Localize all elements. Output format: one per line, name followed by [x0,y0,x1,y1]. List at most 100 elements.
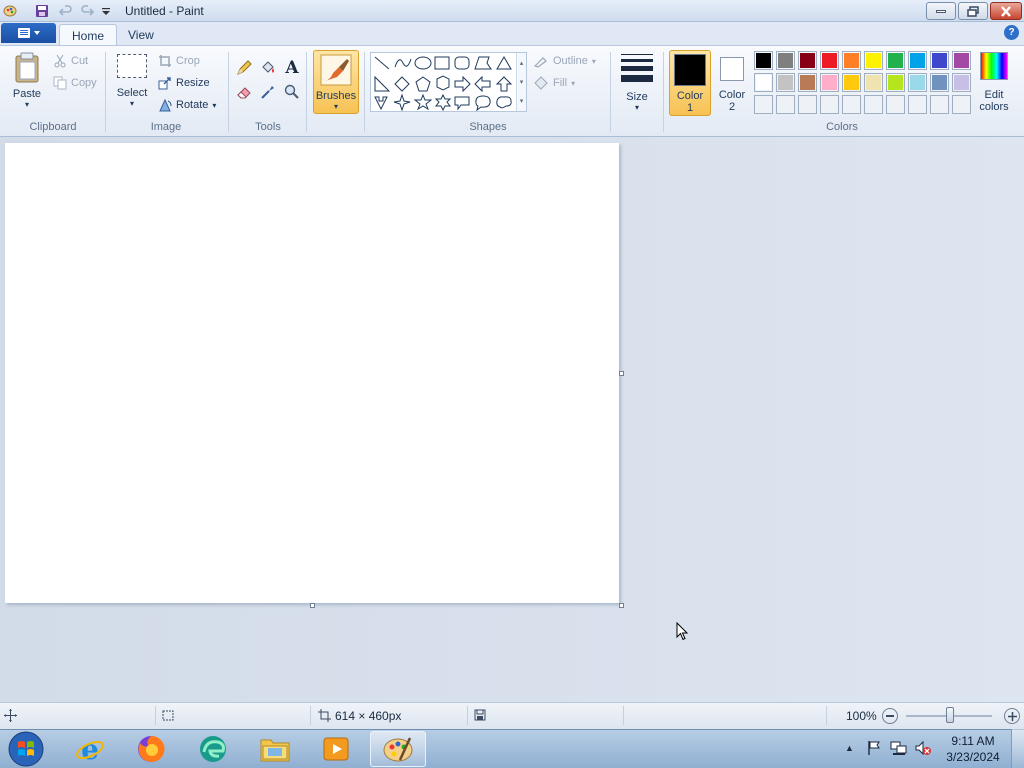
volume-muted-icon[interactable] [914,740,932,759]
taskbar-clock[interactable]: 9:11 AM 3/23/2024 [940,733,1006,765]
palette-swatch[interactable] [886,73,905,92]
save-icon[interactable] [34,3,50,19]
palette-swatch[interactable] [776,51,795,70]
palette-swatch[interactable] [820,51,839,70]
edit-colors-label-line2: colors [979,101,1009,113]
color2-label-line1: Color [718,89,746,101]
palette-swatch[interactable] [908,73,927,92]
firefox-icon[interactable] [123,731,179,767]
magnifier-icon[interactable] [281,82,303,102]
custom-color-slot[interactable] [842,95,861,114]
color-picker-icon[interactable] [257,82,279,102]
rotate-label: Rotate [176,99,209,111]
size-button[interactable]: Size ▾ [617,52,657,114]
cursor-position-icon [4,709,17,725]
tab-home[interactable]: Home [59,24,118,46]
clipboard-group-label: Clipboard [29,121,77,133]
zoom-slider-thumb[interactable] [946,707,954,723]
fill-bucket-icon[interactable] [257,58,279,78]
fill-button[interactable]: Fill ▾ [533,76,575,90]
edge-icon[interactable] [185,731,241,767]
color1-label-line1: Color [676,90,704,102]
help-icon[interactable]: ? [1004,25,1019,40]
palette-swatch[interactable] [798,73,817,92]
custom-color-slot[interactable] [754,95,773,114]
zoom-out-button[interactable] [882,708,898,724]
palette-swatch[interactable] [886,51,905,70]
resize-label: Resize [176,77,210,89]
brushes-button[interactable]: Brushes ▾ [313,50,359,114]
redo-icon[interactable] [79,3,95,19]
edit-colors-button[interactable]: Edit colors [976,52,1012,116]
copy-button[interactable]: Copy [53,76,97,90]
palette-swatch[interactable] [776,73,795,92]
color2-label-line2: 2 [728,101,736,113]
crop-label: Crop [176,55,200,67]
zoom-in-button[interactable] [1004,708,1020,724]
tools-group-label: Tools [255,121,281,133]
shapes-scroll[interactable]: ▴ ▾ ▾ [516,53,526,111]
custom-color-slot[interactable] [886,95,905,114]
custom-color-slot[interactable] [930,95,949,114]
palette-swatch[interactable] [930,51,949,70]
palette-swatch[interactable] [754,51,773,70]
pencil-icon[interactable] [233,58,255,78]
resize-handle-right[interactable] [619,371,624,376]
scissors-icon [54,54,66,68]
resize-handle-bottom[interactable] [310,603,315,608]
eraser-icon[interactable] [233,82,255,102]
color1-button[interactable]: Color 1 [669,50,711,116]
show-hidden-icons-button[interactable]: ▲ [845,743,854,753]
customize-qat-icon[interactable] [98,3,114,19]
resize-button[interactable]: Resize [158,76,210,90]
custom-color-slot[interactable] [952,95,971,114]
file-menu-button[interactable] [1,23,56,43]
tab-view[interactable]: View [116,24,166,46]
palette-swatch[interactable] [952,51,971,70]
cut-button[interactable]: Cut [53,54,88,68]
color2-button[interactable]: Color 2 [714,52,750,116]
media-player-icon[interactable] [308,731,364,767]
file-explorer-icon[interactable] [247,731,303,767]
palette-swatch[interactable] [930,73,949,92]
custom-color-slot[interactable] [776,95,795,114]
select-label: Select [116,87,148,99]
paint-icon[interactable] [370,731,426,767]
internet-explorer-icon[interactable]: e [62,731,118,767]
restore-button[interactable] [958,2,988,20]
paint-app-icon[interactable] [2,3,18,19]
outline-label: Outline [553,55,588,67]
close-button[interactable] [990,2,1022,20]
resize-handle-corner[interactable] [619,603,624,608]
text-icon[interactable]: A [281,58,303,78]
show-desktop-button[interactable] [1011,729,1024,768]
custom-color-slot[interactable] [908,95,927,114]
minimize-button[interactable] [926,2,956,20]
status-separator [310,706,311,725]
rotate-button[interactable]: Rotate ▾ [158,98,216,112]
paste-button[interactable]: Paste ▾ [9,52,45,114]
action-center-flag-icon[interactable] [866,740,882,759]
palette-swatch[interactable] [952,73,971,92]
custom-color-slot[interactable] [798,95,817,114]
outline-button[interactable]: Outline ▾ [533,54,596,68]
palette-swatch[interactable] [864,51,883,70]
crop-button[interactable]: Crop [158,54,200,68]
palette-swatch[interactable] [754,73,773,92]
select-button[interactable]: Select ▾ [114,54,150,116]
palette-swatch[interactable] [798,51,817,70]
custom-color-slot[interactable] [864,95,883,114]
network-icon[interactable] [890,740,908,759]
cut-label: Cut [71,55,89,67]
palette-swatch[interactable] [842,73,861,92]
palette-swatch[interactable] [908,51,927,70]
custom-color-slot[interactable] [820,95,839,114]
undo-icon[interactable] [58,3,74,19]
start-button[interactable] [6,730,46,768]
window-title: Untitled - Paint [125,4,204,18]
palette-swatch[interactable] [864,73,883,92]
palette-swatch[interactable] [820,73,839,92]
drawing-canvas[interactable] [5,143,619,603]
palette-swatch[interactable] [842,51,861,70]
select-icon [117,54,147,78]
